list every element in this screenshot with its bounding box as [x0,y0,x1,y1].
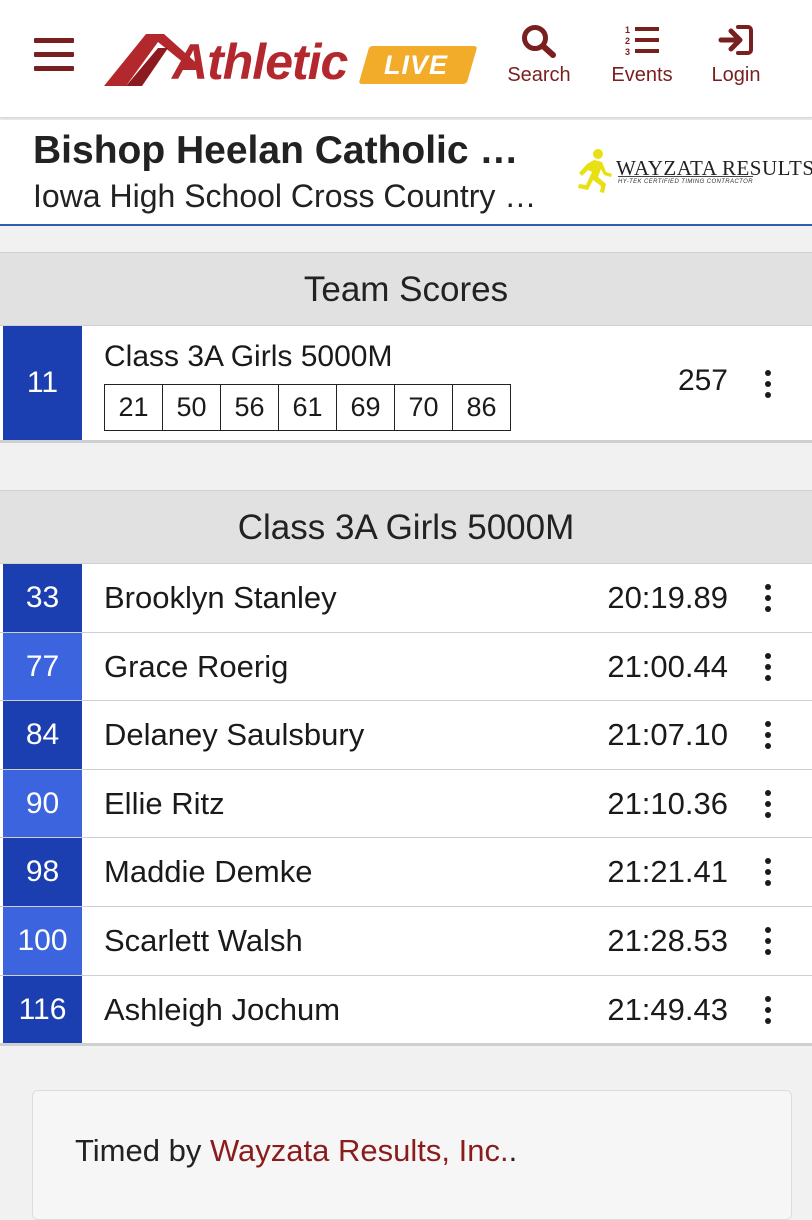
scorer-place: 69 [336,384,395,431]
athleticlive-logo[interactable]: Athletic LIVE [102,28,478,90]
wayzata-results-logo[interactable]: WAYZATA RESULTS HY-TEK CERTIFIED TIMING … [576,148,812,198]
logo-live-text: LIVE [384,50,449,80]
search-icon [522,25,556,58]
meet-subtitle: Iowa High School Cross Country … [33,178,537,214]
login-button[interactable]: Login [700,24,772,96]
athlete-row[interactable]: 100 Scarlett Walsh 21:28.53 [0,905,812,975]
more-options-icon[interactable] [758,852,778,892]
logo-wordmark: Athletic [172,34,348,90]
athlete-time: 21:10.36 [607,785,728,821]
meet-title[interactable]: Bishop Heelan Catholic … [33,128,563,174]
athlete-place-badge: 98 [0,838,82,906]
scorer-place: 61 [278,384,337,431]
athlete-time: 20:19.89 [607,580,728,615]
athlete-place-badge: 33 [0,564,82,632]
hamburger-menu-icon[interactable] [34,38,74,72]
athlete-time: 21:07.10 [607,717,728,753]
athlete-list: 33 Brooklyn Stanley 20:19.89 77 Grace Ro… [0,563,812,1047]
scorer-place: 50 [162,384,221,431]
athlete-place-badge: 116 [0,975,82,1044]
svg-text:3: 3 [625,47,630,57]
more-options-icon[interactable] [758,784,778,824]
scorer-place: 86 [452,384,511,431]
athlete-name: Ashleigh Jochum [104,991,341,1027]
team-event-name: Class 3A Girls 5000M [104,340,393,373]
event-results-heading: Class 3A Girls 5000M [0,490,812,563]
athlete-row[interactable]: 33 Brooklyn Stanley 20:19.89 [0,563,812,632]
team-score-row[interactable]: 11 Class 3A Girls 5000M 21 50 56 61 69 7… [0,325,812,443]
svg-text:2: 2 [625,36,630,46]
event-results-section: Class 3A Girls 5000M 33 Brooklyn Stanley… [0,490,812,1047]
athlete-row[interactable]: 116 Ashleigh Jochum 21:49.43 [0,974,812,1044]
timed-by-text: Timed by Wayzata Results, Inc.. [75,1133,517,1169]
top-navbar: Athletic LIVE Search 1 2 3 Events Login [0,0,812,118]
more-options-icon[interactable] [758,364,778,404]
athlete-place-badge: 100 [0,906,82,975]
athlete-name: Delaney Saulsbury [104,717,365,753]
more-options-icon[interactable] [758,715,778,755]
events-label: Events [611,64,673,86]
team-scores-section: Team Scores 11 Class 3A Girls 5000M 21 5… [0,252,812,443]
scorer-place: 56 [220,384,279,431]
scorer-place: 70 [394,384,453,431]
search-label: Search [507,64,571,86]
athlete-row[interactable]: 98 Maddie Demke 21:21.41 [0,837,812,906]
athlete-name: Scarlett Walsh [104,922,303,958]
athlete-name: Grace Roerig [104,648,289,684]
login-label: Login [711,64,761,86]
athlete-row[interactable]: 77 Grace Roerig 21:00.44 [0,631,812,701]
athlete-name: Maddie Demke [104,854,313,890]
athlete-name: Brooklyn Stanley [104,580,337,615]
more-options-icon[interactable] [758,578,778,618]
sign-in-icon [718,25,753,55]
wayzata-name: WAYZATA RESULTS [616,156,812,180]
scorer-place: 21 [104,384,163,431]
athlete-row[interactable]: 90 Ellie Ritz 21:10.36 [0,768,812,838]
team-scorers-table: 21 50 56 61 69 70 86 [104,384,511,431]
events-button[interactable]: 1 2 3 Events [603,24,681,96]
timed-by-prefix: Timed by [75,1133,210,1168]
more-options-icon[interactable] [758,990,778,1030]
athlete-place-badge: 90 [0,769,82,838]
meet-header: Bishop Heelan Catholic … Iowa High Schoo… [0,120,812,226]
wayzata-tagline: HY-TEK CERTIFIED TIMING CONTRACTOR [618,176,753,185]
runner-icon [578,149,612,193]
athlete-place-badge: 77 [0,632,82,701]
search-button[interactable]: Search [500,24,578,96]
numbered-list-icon: 1 2 3 [625,25,659,57]
athlete-time: 21:49.43 [607,991,728,1027]
timer-link[interactable]: Wayzata Results, Inc. [210,1133,509,1168]
team-place-badge: 11 [0,326,82,440]
footer-card: Timed by Wayzata Results, Inc.. [32,1090,792,1220]
athlete-time: 21:21.41 [607,854,728,890]
athlete-time: 21:28.53 [607,922,728,958]
athlete-place-badge: 84 [0,701,82,769]
athlete-time: 21:00.44 [607,648,728,684]
more-options-icon[interactable] [758,921,778,961]
more-options-icon[interactable] [758,647,778,687]
timed-by-suffix: . [508,1133,518,1168]
svg-text:1: 1 [625,25,630,35]
team-scores-heading: Team Scores [0,252,812,325]
athlete-row[interactable]: 84 Delaney Saulsbury 21:07.10 [0,700,812,769]
team-points: 257 [677,364,728,397]
athlete-name: Ellie Ritz [104,785,225,821]
